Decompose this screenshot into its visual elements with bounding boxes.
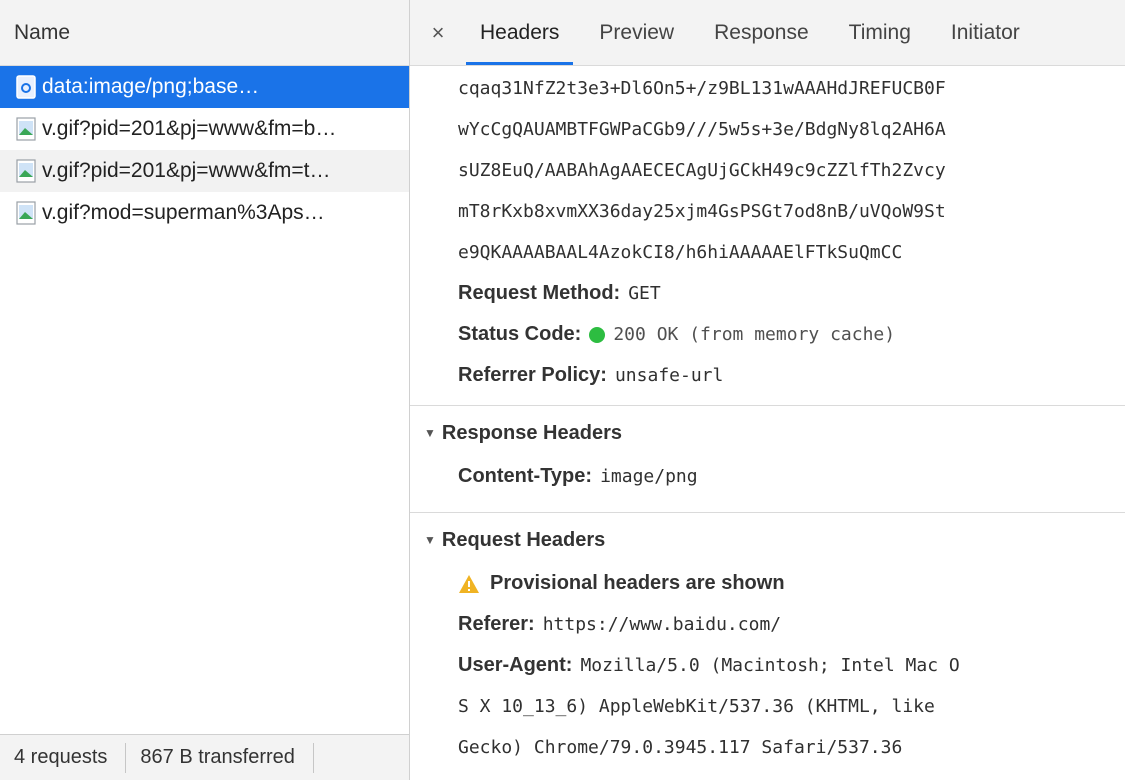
request-name: v.gif?mod=superman%3Aps… bbox=[42, 201, 325, 224]
status-code-value: 200 OK (from memory cache) bbox=[613, 324, 896, 345]
request-row-vgif-2[interactable]: v.gif?pid=201&pj=www&fm=t… bbox=[0, 150, 409, 192]
response-headers-section: ▼ Response Headers Content-Type: image/p… bbox=[410, 405, 1125, 497]
user-agent-continuation: Gecko) Chrome/79.0.3945.117 Safari/537.3… bbox=[410, 727, 1125, 768]
referrer-policy-key: Referrer Policy: bbox=[458, 364, 607, 386]
status-ok-dot-icon bbox=[589, 326, 606, 343]
provisional-warning-text: Provisional headers are shown bbox=[490, 572, 785, 594]
content-type-key: Content-Type: bbox=[458, 465, 593, 487]
data-uri-icon bbox=[16, 75, 36, 99]
request-name: v.gif?pid=201&pj=www&fm=t… bbox=[42, 159, 331, 182]
request-url-text: sUZ8EuQ/AABAhAgAAECECAgUjGCkH49c9cZZlfTh… bbox=[458, 160, 946, 181]
close-icon[interactable]: × bbox=[416, 0, 460, 65]
request-headers-section: ▼ Request Headers Provisional headers ar… bbox=[410, 512, 1125, 768]
user-agent-key: User-Agent: bbox=[458, 654, 573, 676]
network-status-bar: 4 requests 867 B transferred bbox=[0, 734, 409, 780]
user-agent-continuation: S X 10_13_6) AppleWebKit/537.36 (KHTML, … bbox=[410, 686, 1125, 727]
request-url-text: mT8rKxb8xvmXX36day25xjm4GsPSGt7od8nB/uVQ… bbox=[458, 201, 946, 222]
request-url-text: cqaq31NfZ2t3e3+Dl6On5+/z9BL131wAAAHdJREF… bbox=[458, 78, 946, 99]
request-name: data:image/png;base… bbox=[42, 75, 260, 98]
warning-icon bbox=[459, 574, 479, 593]
status-code-row: Status Code: 200 OK (from memory cache) bbox=[410, 314, 1125, 355]
tab-headers[interactable]: Headers bbox=[460, 0, 579, 65]
referer-key: Referer: bbox=[458, 613, 535, 635]
request-method-row: Request Method: GET bbox=[410, 273, 1125, 314]
request-url-line: sUZ8EuQ/AABAhAgAAECECAgUjGCkH49c9cZZlfTh… bbox=[410, 150, 1125, 191]
content-type-row: Content-Type: image/png bbox=[410, 456, 1125, 497]
tab-timing[interactable]: Timing bbox=[829, 0, 931, 65]
user-agent-value: S X 10_13_6) AppleWebKit/537.36 (KHTML, … bbox=[458, 696, 935, 717]
provisional-warning-row: Provisional headers are shown bbox=[410, 563, 1125, 604]
triangle-down-icon: ▼ bbox=[424, 533, 436, 547]
user-agent-value: Mozilla/5.0 (Macintosh; Intel Mac O bbox=[580, 655, 960, 676]
tab-preview[interactable]: Preview bbox=[579, 0, 694, 65]
general-section: cqaq31NfZ2t3e3+Dl6On5+/z9BL131wAAAHdJREF… bbox=[410, 66, 1125, 396]
details-tab-bar: × Headers Preview Response Timing Initia… bbox=[410, 0, 1125, 66]
request-url-text: e9QKAAAABAAL4AzokCI8/h6hiAAAAAElFTkSuQmC… bbox=[458, 242, 903, 263]
content-type-value: image/png bbox=[600, 466, 698, 487]
request-method-key: Request Method: bbox=[458, 282, 621, 304]
name-column-label: Name bbox=[14, 20, 71, 44]
image-file-icon bbox=[16, 201, 36, 225]
request-url-line: mT8rKxb8xvmXX36day25xjm4GsPSGt7od8nB/uVQ… bbox=[410, 191, 1125, 232]
image-file-icon bbox=[16, 117, 36, 141]
request-url-line: e9QKAAAABAAL4AzokCI8/h6hiAAAAAElFTkSuQmC… bbox=[410, 232, 1125, 273]
user-agent-value: Gecko) Chrome/79.0.3945.117 Safari/537.3… bbox=[458, 737, 903, 758]
request-url-text: wYcCgQAUAMBTFGWPaCGb9///5w5s+3e/BdgNy8lq… bbox=[458, 119, 946, 140]
headers-content: cqaq31NfZ2t3e3+Dl6On5+/z9BL131wAAAHdJREF… bbox=[410, 66, 1125, 780]
request-count: 4 requests bbox=[14, 746, 108, 768]
tab-initiator[interactable]: Initiator bbox=[931, 0, 1040, 65]
response-headers-toggle[interactable]: ▼ Response Headers bbox=[410, 406, 1125, 460]
referrer-policy-row: Referrer Policy: unsafe-url bbox=[410, 355, 1125, 396]
request-details-pane: × Headers Preview Response Timing Initia… bbox=[410, 0, 1125, 780]
status-code-key: Status Code: bbox=[458, 323, 582, 345]
request-row-data-uri[interactable]: data:image/png;base… bbox=[0, 66, 409, 108]
user-agent-row: User-Agent: Mozilla/5.0 (Macintosh; Inte… bbox=[410, 645, 1125, 686]
request-list-pane: Name data:image/png;base… v.gif?pid=201&… bbox=[0, 0, 410, 780]
name-column-header[interactable]: Name bbox=[0, 0, 409, 66]
transferred-size: 867 B transferred bbox=[140, 746, 295, 768]
response-headers-title: Response Headers bbox=[441, 421, 622, 444]
request-headers-toggle[interactable]: ▼ Request Headers bbox=[410, 513, 1125, 567]
triangle-down-icon: ▼ bbox=[424, 426, 436, 440]
tab-response[interactable]: Response bbox=[694, 0, 829, 65]
referrer-policy-value: unsafe-url bbox=[614, 365, 724, 386]
image-file-icon bbox=[16, 159, 36, 183]
request-url-line: cqaq31NfZ2t3e3+Dl6On5+/z9BL131wAAAHdJREF… bbox=[410, 68, 1125, 109]
request-row-vgif-1[interactable]: v.gif?pid=201&pj=www&fm=b… bbox=[0, 108, 409, 150]
request-method-value: GET bbox=[628, 283, 661, 304]
request-row-vgif-3[interactable]: v.gif?mod=superman%3Aps… bbox=[0, 192, 409, 234]
referer-row: Referer: https://www.baidu.com/ bbox=[410, 604, 1125, 645]
request-list: data:image/png;base… v.gif?pid=201&pj=ww… bbox=[0, 66, 409, 234]
referer-value: https://www.baidu.com/ bbox=[542, 614, 782, 635]
request-name: v.gif?pid=201&pj=www&fm=b… bbox=[42, 117, 337, 140]
request-headers-title: Request Headers bbox=[441, 528, 606, 551]
status-divider bbox=[312, 742, 314, 773]
request-url-line: wYcCgQAUAMBTFGWPaCGb9///5w5s+3e/BdgNy8lq… bbox=[410, 109, 1125, 150]
